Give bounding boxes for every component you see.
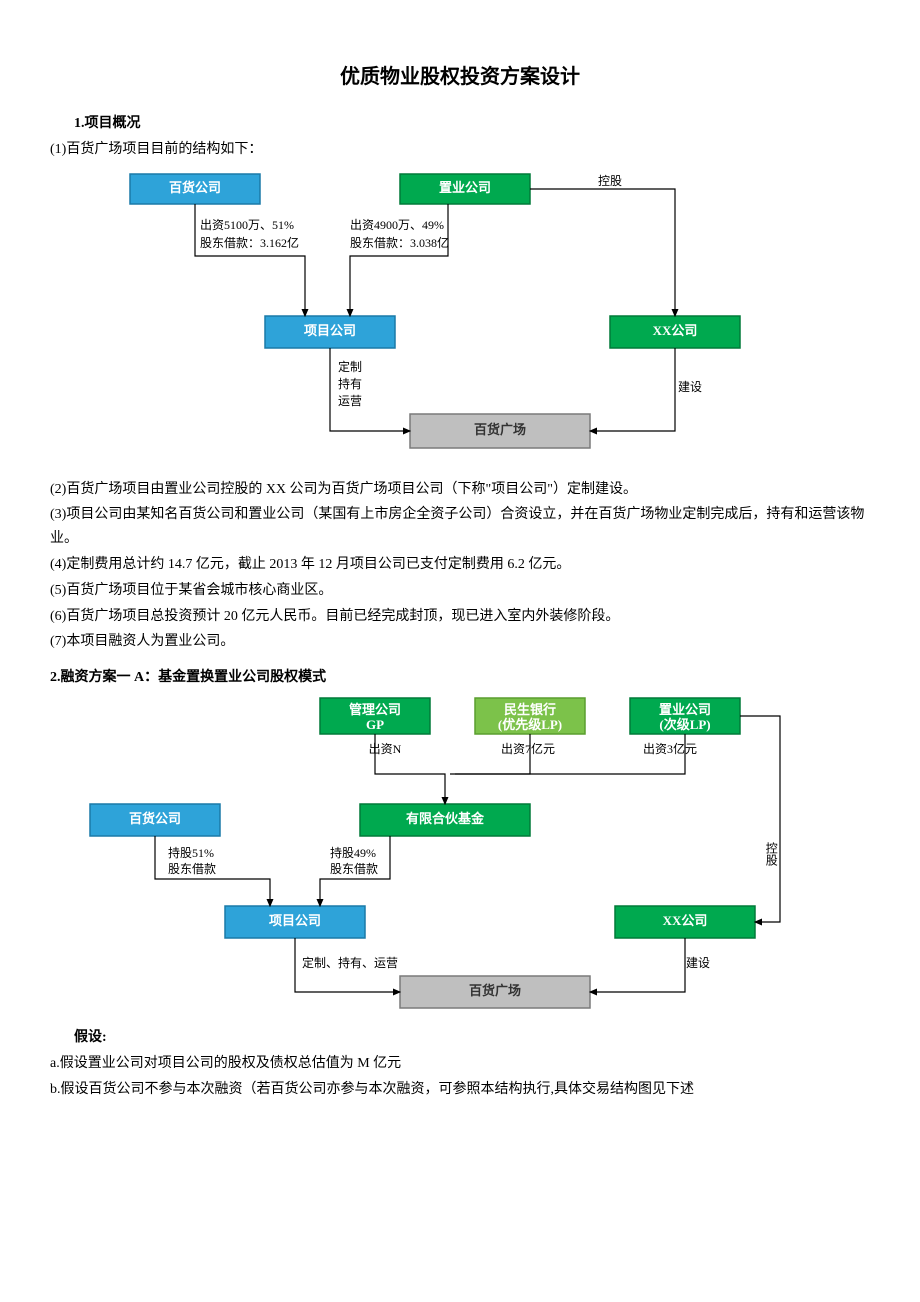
diagram-2: 管理公司 GP 民生银行 (优先级LP) 置业公司 (次级LP) 有限合伙基金 … xyxy=(50,694,830,1014)
d1-lab-yy: 运营 xyxy=(338,394,362,408)
s1-p6: (6)百货广场项目总投资预计 20 亿元人民币。目前已经完成封顶，现已进入室内外… xyxy=(50,605,870,629)
assume-b: b.假设百货公司不参与本次融资（若百货公司亦参与本次融资，可参照本结构执行,具体… xyxy=(50,1078,870,1102)
s1-p2: (2)百货广场项目由置业公司控股的 XX 公司为百货广场项目公司（下称"项目公司… xyxy=(50,478,870,502)
s1-p5: (5)百货广场项目位于某省会城市核心商业区。 xyxy=(50,579,870,603)
d1-lab-l1: 出资5100万、51% xyxy=(200,217,294,231)
assume-a: a.假设置业公司对项目公司的股权及债权总估值为 M 亿元 xyxy=(50,1052,870,1076)
d1-lab-l2: 股东借款：3.162亿 xyxy=(200,234,299,249)
d2-jk1: 股东借款 xyxy=(168,862,216,876)
d1-lab-dz: 定制 xyxy=(338,359,362,374)
d2-ms2: (优先级LP) xyxy=(498,717,562,732)
d1-lab-r2: 股东借款：3.038亿 xyxy=(350,234,449,249)
d2-czn: 出资N xyxy=(369,742,402,756)
d2-cz7: 出资7亿元 xyxy=(501,741,555,756)
d1-box-plaza: 百货广场 xyxy=(474,422,526,437)
d1-box-xx: XX公司 xyxy=(653,323,698,338)
d2-proj: 项目公司 xyxy=(269,913,321,928)
d1-lab-cy: 持有 xyxy=(338,376,362,391)
diagram-1: 百货公司 置业公司 项目公司 XX公司 百货广场 控股 出资5100万、51% … xyxy=(50,166,830,466)
section2-heading: 2.融资方案一 A：基金置换置业公司股权模式 xyxy=(50,666,870,690)
section1-heading: 1.项目概况 xyxy=(74,112,870,136)
d2-bh: 百货公司 xyxy=(129,811,181,826)
d1-box-bh: 百货公司 xyxy=(169,180,221,195)
doc-title: 优质物业股权投资方案设计 xyxy=(50,60,870,94)
s1-p7: (7)本项目融资人为置业公司。 xyxy=(50,630,870,654)
d1-box-zy: 置业公司 xyxy=(439,180,491,195)
assumption-heading: 假设: xyxy=(74,1026,870,1050)
d2-gp2: GP xyxy=(366,717,384,732)
d2-jk2: 股东借款 xyxy=(330,862,378,876)
d2-cg51: 持股51% xyxy=(168,845,214,860)
d2-gp1: 管理公司 xyxy=(349,702,401,717)
d2-dzcy: 定制、持有、运营 xyxy=(302,955,398,970)
d1-lab-js: 建设 xyxy=(678,379,702,393)
d1-box-proj: 项目公司 xyxy=(304,323,356,338)
d1-lab-r1: 出资4900万、49% xyxy=(350,217,444,231)
d2-cz3: 出资3亿元 xyxy=(643,741,697,756)
d2-zy1: 置业公司 xyxy=(659,702,711,717)
d2-xx: XX公司 xyxy=(663,913,708,928)
d2-js: 建设 xyxy=(686,956,710,970)
d2-kg: 控股 xyxy=(764,842,778,867)
s1-p1: (1)百货广场项目目前的结构如下： xyxy=(50,138,870,162)
s1-p4: (4)定制费用总计约 14.7 亿元，截止 2013 年 12 月项目公司已支付… xyxy=(50,553,870,577)
d2-plaza: 百货广场 xyxy=(469,983,521,998)
d1-lab-kg: 控股 xyxy=(598,173,622,187)
d2-ms1: 民生银行 xyxy=(504,702,556,717)
s1-p3: (3)项目公司由某知名百货公司和置业公司（某国有上市房企全资子公司）合资设立，并… xyxy=(50,503,870,551)
d2-fund: 有限合伙基金 xyxy=(406,811,485,826)
d2-cg49: 持股49% xyxy=(330,845,376,860)
d2-zy2: (次级LP) xyxy=(659,717,710,732)
